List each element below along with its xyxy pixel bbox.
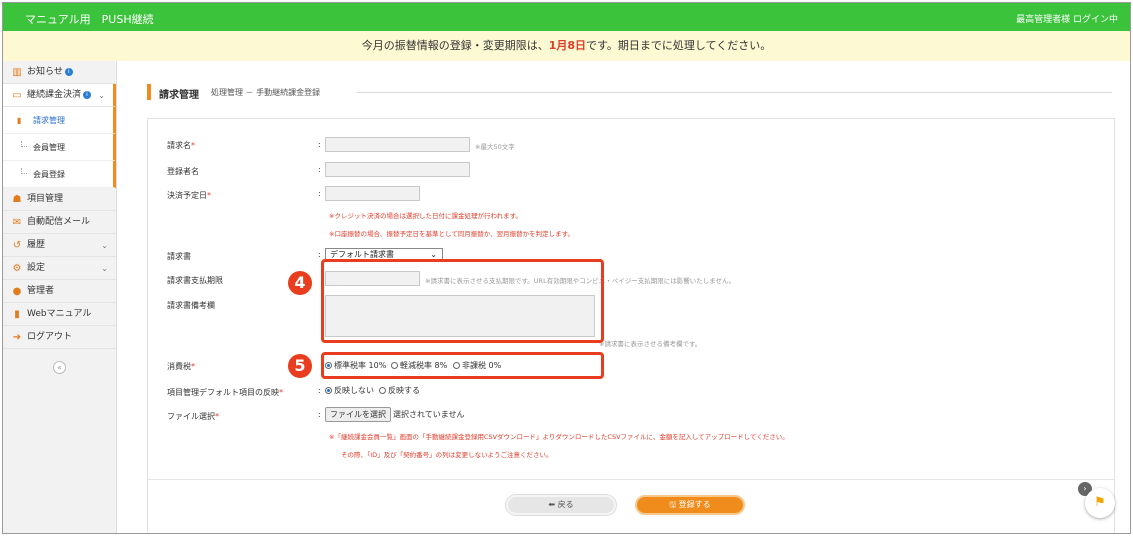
colon: :	[318, 410, 321, 419]
sidebar-subitem-label: 会員管理	[33, 143, 65, 152]
invoice-due-label: 請求書支払期限	[167, 276, 223, 285]
collapse-sidebar-button[interactable]: «	[53, 361, 66, 374]
sidebar-item-label: 履歴	[27, 240, 46, 250]
login-status: 最高管理者様 ログイン中	[1016, 15, 1118, 25]
info-icon: i	[64, 67, 73, 76]
sidebar-subitem-label: 会員登録	[33, 170, 65, 179]
page-title: 請求管理	[159, 90, 199, 101]
radio-checked-icon	[325, 387, 332, 394]
sidebar-item-label: Webマニュアル	[27, 309, 92, 319]
back-button[interactable]: ⬅ 戻る	[506, 495, 616, 515]
file-note-columns: その際、「ID」及び「契約番号」の列は変更しないようご注意ください。	[341, 451, 553, 459]
chart-icon: ▥	[12, 67, 22, 78]
book-icon: ▮	[17, 116, 22, 125]
title-accent-bar	[147, 84, 151, 100]
card-icon: ▭	[12, 90, 22, 101]
sidebar-item-news[interactable]: ▥ お知らせ i	[3, 61, 116, 84]
reflect-yes-radio[interactable]: 反映する	[379, 385, 420, 396]
colon: :	[318, 165, 321, 174]
header-divider	[357, 92, 1112, 93]
notice-deadline: 1月8日	[548, 39, 587, 52]
chevron-down-icon: ⌄	[101, 241, 108, 250]
sidebar-item-history[interactable]: ↺ 履歴 ⌄	[3, 234, 116, 257]
settlement-date-label: 決済予定日*	[167, 191, 211, 200]
breadcrumb: 処理管理 － 手動継続課金登録	[211, 88, 321, 97]
file-status: 選択されていません	[393, 410, 465, 419]
book-icon: ▮	[14, 309, 20, 320]
settlement-date-input[interactable]	[325, 186, 420, 201]
top-bar: マニュアル用 PUSH継続 最高管理者様 ログイン中	[3, 3, 1130, 31]
sidebar-item-logout[interactable]: ➜ ログアウト	[3, 326, 116, 349]
sidebar-item-label: 設定	[27, 263, 46, 273]
sidebar-item-fields[interactable]: ☗ 項目管理	[3, 188, 116, 211]
app-title: マニュアル用 PUSH継続	[25, 13, 154, 26]
sidebar-item-billing[interactable]: ▭ 継続課金決済 i ⌄	[3, 84, 116, 107]
register-button[interactable]: 🖫 登録する	[635, 495, 745, 515]
sidebar-item-label: 項目管理	[27, 194, 64, 204]
colon: :	[318, 386, 321, 395]
sidebar-subitem-invoice-mgmt[interactable]: ▮ 請求管理	[3, 107, 116, 134]
sidebar-item-label: 継続課金決済	[27, 90, 82, 100]
app-window: マニュアル用 PUSH継続 最高管理者様 ログイン中 今月の振替情報の登録・変更…	[2, 2, 1131, 534]
file-note-csv: ※「継続課金会員一覧」画面の「手動継続課金登録用CSVダウンロード」よりダウンロ…	[329, 433, 789, 441]
tax-label: 消費税*	[167, 362, 195, 371]
highlight-box-5	[321, 352, 604, 379]
settlement-note-transfer: ※口座振替の場合、振替予定日を基準として同月振替か、翌月振替かを判定します。	[329, 230, 574, 238]
reflect-no-radio[interactable]: 反映しない	[325, 385, 374, 396]
sidebar-item-auto-mail[interactable]: ✉ 自動配信メール	[3, 211, 116, 234]
colon: :	[318, 250, 321, 259]
mail-icon: ✉	[12, 217, 22, 228]
sidebar-subitem-label: 請求管理	[33, 116, 65, 125]
billing-form: 請求名* : ※最大50文字 登録者名 : 決済予定日* : ※クレジット決済の…	[147, 118, 1115, 533]
settlement-note-credit: ※クレジット決済の場合は選択した日付に課金処理が行われます。	[329, 212, 522, 220]
notice-prefix: 今月の振替情報の登録・変更期限は、	[361, 39, 549, 52]
form-divider	[148, 479, 1114, 480]
tree-line-icon	[21, 168, 27, 174]
sidebar-item-settings[interactable]: ⚙ 設定 ⌄	[3, 257, 116, 280]
file-label: ファイル選択*	[167, 412, 219, 421]
sidebar-subitem-member-register[interactable]: 会員登録	[3, 161, 116, 188]
chevron-down-icon: ⌄	[98, 91, 105, 100]
sidebar-item-label: 管理者	[27, 286, 55, 296]
billing-name-hint: ※最大50文字	[475, 143, 515, 151]
chevron-down-icon: ⌄	[101, 264, 108, 273]
history-icon: ↺	[12, 240, 22, 251]
registrant-input[interactable]	[325, 162, 470, 177]
sidebar-item-label: お知らせ	[27, 67, 63, 77]
colon: :	[318, 140, 321, 149]
callout-badge-5: 5	[288, 354, 312, 378]
billing-name-label: 請求名*	[167, 141, 195, 150]
invoice-note-label: 請求書備考欄	[167, 301, 215, 310]
reflect-label: 項目管理デフォルト項目の反映*	[167, 388, 283, 397]
tree-line-icon	[21, 141, 27, 147]
invoice-label: 請求書	[167, 252, 191, 261]
sidebar-subitem-member-mgmt[interactable]: 会員管理	[3, 134, 116, 161]
deadline-notice: 今月の振替情報の登録・変更期限は、1月8日です。期日までに処理してください。	[3, 31, 1130, 61]
gear-icon: ⚙	[12, 263, 22, 274]
callout-badge-4: 4	[288, 271, 312, 295]
sidebar-item-label: 自動配信メール	[27, 217, 91, 227]
notice-suffix: です。期日までに処理してください。	[586, 39, 772, 52]
invoice-note-hint: ※請求書に表示させる備考欄です。	[599, 340, 702, 348]
logout-icon: ➜	[12, 332, 22, 343]
sidebar-item-label: ログアウト	[27, 332, 73, 342]
main-content: 請求管理 処理管理 － 手動継続課金登録 請求名* : ※最大50文字 登録者名…	[117, 61, 1130, 533]
group-icon: ☗	[12, 194, 22, 205]
registrant-label: 登録者名	[167, 167, 199, 176]
sidebar-item-web-manual[interactable]: ▮ Webマニュアル	[3, 303, 116, 326]
billing-name-input[interactable]	[325, 137, 470, 152]
highlight-box-4	[321, 259, 604, 343]
choose-file-button[interactable]: ファイルを選択	[325, 407, 391, 422]
sidebar: ▥ お知らせ i ▭ 継続課金決済 i ⌄ ▮ 請求管理 会員管理 会員登録 ☗ 項…	[3, 61, 117, 533]
radio-icon	[379, 387, 386, 394]
flag-icon[interactable]: ⚑	[1085, 488, 1115, 518]
colon: :	[318, 189, 321, 198]
sidebar-item-admin[interactable]: ● 管理者	[3, 280, 116, 303]
info-icon: i	[83, 90, 92, 99]
user-icon: ●	[12, 286, 22, 297]
